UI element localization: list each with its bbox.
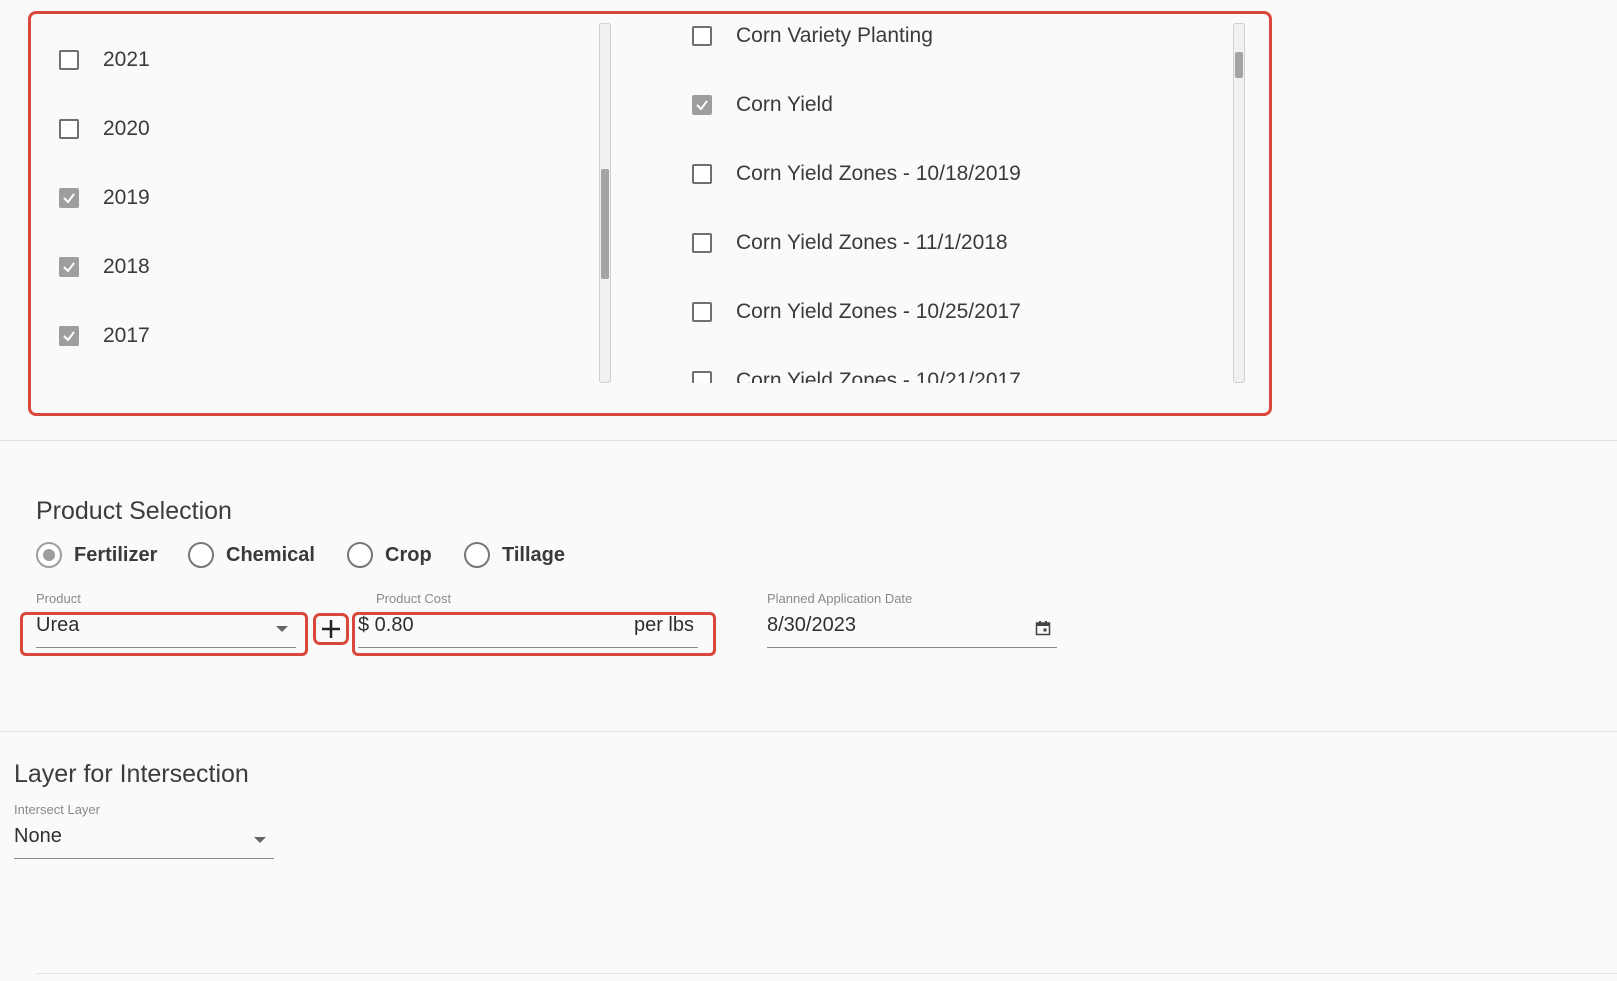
radio-label: Tillage xyxy=(502,543,565,566)
year-checkbox[interactable] xyxy=(59,188,79,208)
layer-item[interactable]: Corn Variety Planting xyxy=(692,24,933,48)
year-list-scrollbar[interactable] xyxy=(599,23,611,383)
layer-label: Corn Yield Zones - 11/1/2018 xyxy=(736,231,1008,254)
layer-item[interactable]: Corn Yield Zones - 11/1/2018 xyxy=(692,231,1008,255)
year-checkbox[interactable] xyxy=(59,50,79,70)
year-label: 2019 xyxy=(103,186,150,209)
product-select-highlight xyxy=(20,612,308,656)
year-item-2019[interactable]: 2019 xyxy=(59,186,150,210)
year-checkbox[interactable] xyxy=(59,257,79,277)
product-cost-label: Product Cost xyxy=(376,591,452,606)
layer-checkbox[interactable] xyxy=(692,164,712,184)
section-divider xyxy=(0,731,1617,732)
layer-label: Corn Yield Zones - 10/21/2017 xyxy=(736,369,1021,383)
calendar-icon[interactable] xyxy=(1035,620,1051,636)
year-checkbox[interactable] xyxy=(59,119,79,139)
application-date-value: 8/30/2023 xyxy=(767,614,856,636)
layer-item[interactable]: Corn Yield xyxy=(692,93,833,117)
radio-tillage[interactable]: Tillage xyxy=(464,542,565,568)
radio-fertilizer[interactable]: Fertilizer xyxy=(36,542,157,568)
year-label: 2020 xyxy=(103,117,150,140)
radio-label: Fertilizer xyxy=(74,543,158,566)
radio-button[interactable] xyxy=(188,542,214,568)
layer-list-scroll-thumb[interactable] xyxy=(1235,52,1243,78)
bottom-divider xyxy=(36,973,1617,974)
radio-chemical[interactable]: Chemical xyxy=(188,542,315,568)
year-label: 2021 xyxy=(103,48,150,71)
add-product-button[interactable] xyxy=(313,613,349,645)
layer-list: Corn Variety Planting Corn Yield Corn Yi… xyxy=(692,22,1232,383)
layer-label: Corn Yield Zones - 10/18/2019 xyxy=(736,162,1021,185)
layer-checkbox[interactable] xyxy=(692,371,712,383)
year-item-2018[interactable]: 2018 xyxy=(59,255,150,279)
radio-button[interactable] xyxy=(36,542,62,568)
radio-button[interactable] xyxy=(347,542,373,568)
application-date-label: Planned Application Date xyxy=(767,591,913,606)
layer-list-scrollbar[interactable] xyxy=(1233,23,1245,383)
radio-crop[interactable]: Crop xyxy=(347,542,432,568)
layer-label: Corn Yield xyxy=(736,93,833,116)
year-list: 2021 2020 2019 2018 2017 xyxy=(59,24,599,384)
layer-checkbox[interactable] xyxy=(692,26,712,46)
layer-checkbox[interactable] xyxy=(692,95,712,115)
year-label: 2018 xyxy=(103,255,150,278)
intersection-title: Layer for Intersection xyxy=(14,760,249,788)
year-item-2021[interactable]: 2021 xyxy=(59,48,150,72)
layer-label: Corn Yield Zones - 10/25/2017 xyxy=(736,300,1021,323)
intersect-layer-select[interactable]: None xyxy=(14,825,274,859)
product-field-label: Product xyxy=(36,591,81,606)
application-date-input[interactable]: 8/30/2023 xyxy=(767,614,1057,648)
year-checkbox[interactable] xyxy=(59,326,79,346)
layer-item[interactable]: Corn Yield Zones - 10/21/2017 xyxy=(692,369,1021,383)
year-item-2017[interactable]: 2017 xyxy=(59,324,150,348)
radio-button[interactable] xyxy=(464,542,490,568)
layer-checkbox[interactable] xyxy=(692,302,712,322)
product-cost-highlight xyxy=(352,612,716,656)
intersect-layer-label: Intersect Layer xyxy=(14,802,100,817)
year-item-2020[interactable]: 2020 xyxy=(59,117,150,141)
layer-label: Corn Variety Planting xyxy=(736,24,933,47)
layer-item[interactable]: Corn Yield Zones - 10/18/2019 xyxy=(692,162,1021,186)
intersect-layer-value: None xyxy=(14,825,62,847)
year-label: 2017 xyxy=(103,324,150,347)
layer-checkbox[interactable] xyxy=(692,233,712,253)
chevron-down-icon xyxy=(254,837,266,843)
section-divider xyxy=(0,440,1617,441)
product-selection-title: Product Selection xyxy=(36,497,232,525)
radio-label: Chemical xyxy=(226,543,315,566)
radio-label: Crop xyxy=(385,543,432,566)
plus-icon xyxy=(322,620,340,638)
year-list-scroll-thumb[interactable] xyxy=(601,169,609,279)
layer-item[interactable]: Corn Yield Zones - 10/25/2017 xyxy=(692,300,1021,324)
